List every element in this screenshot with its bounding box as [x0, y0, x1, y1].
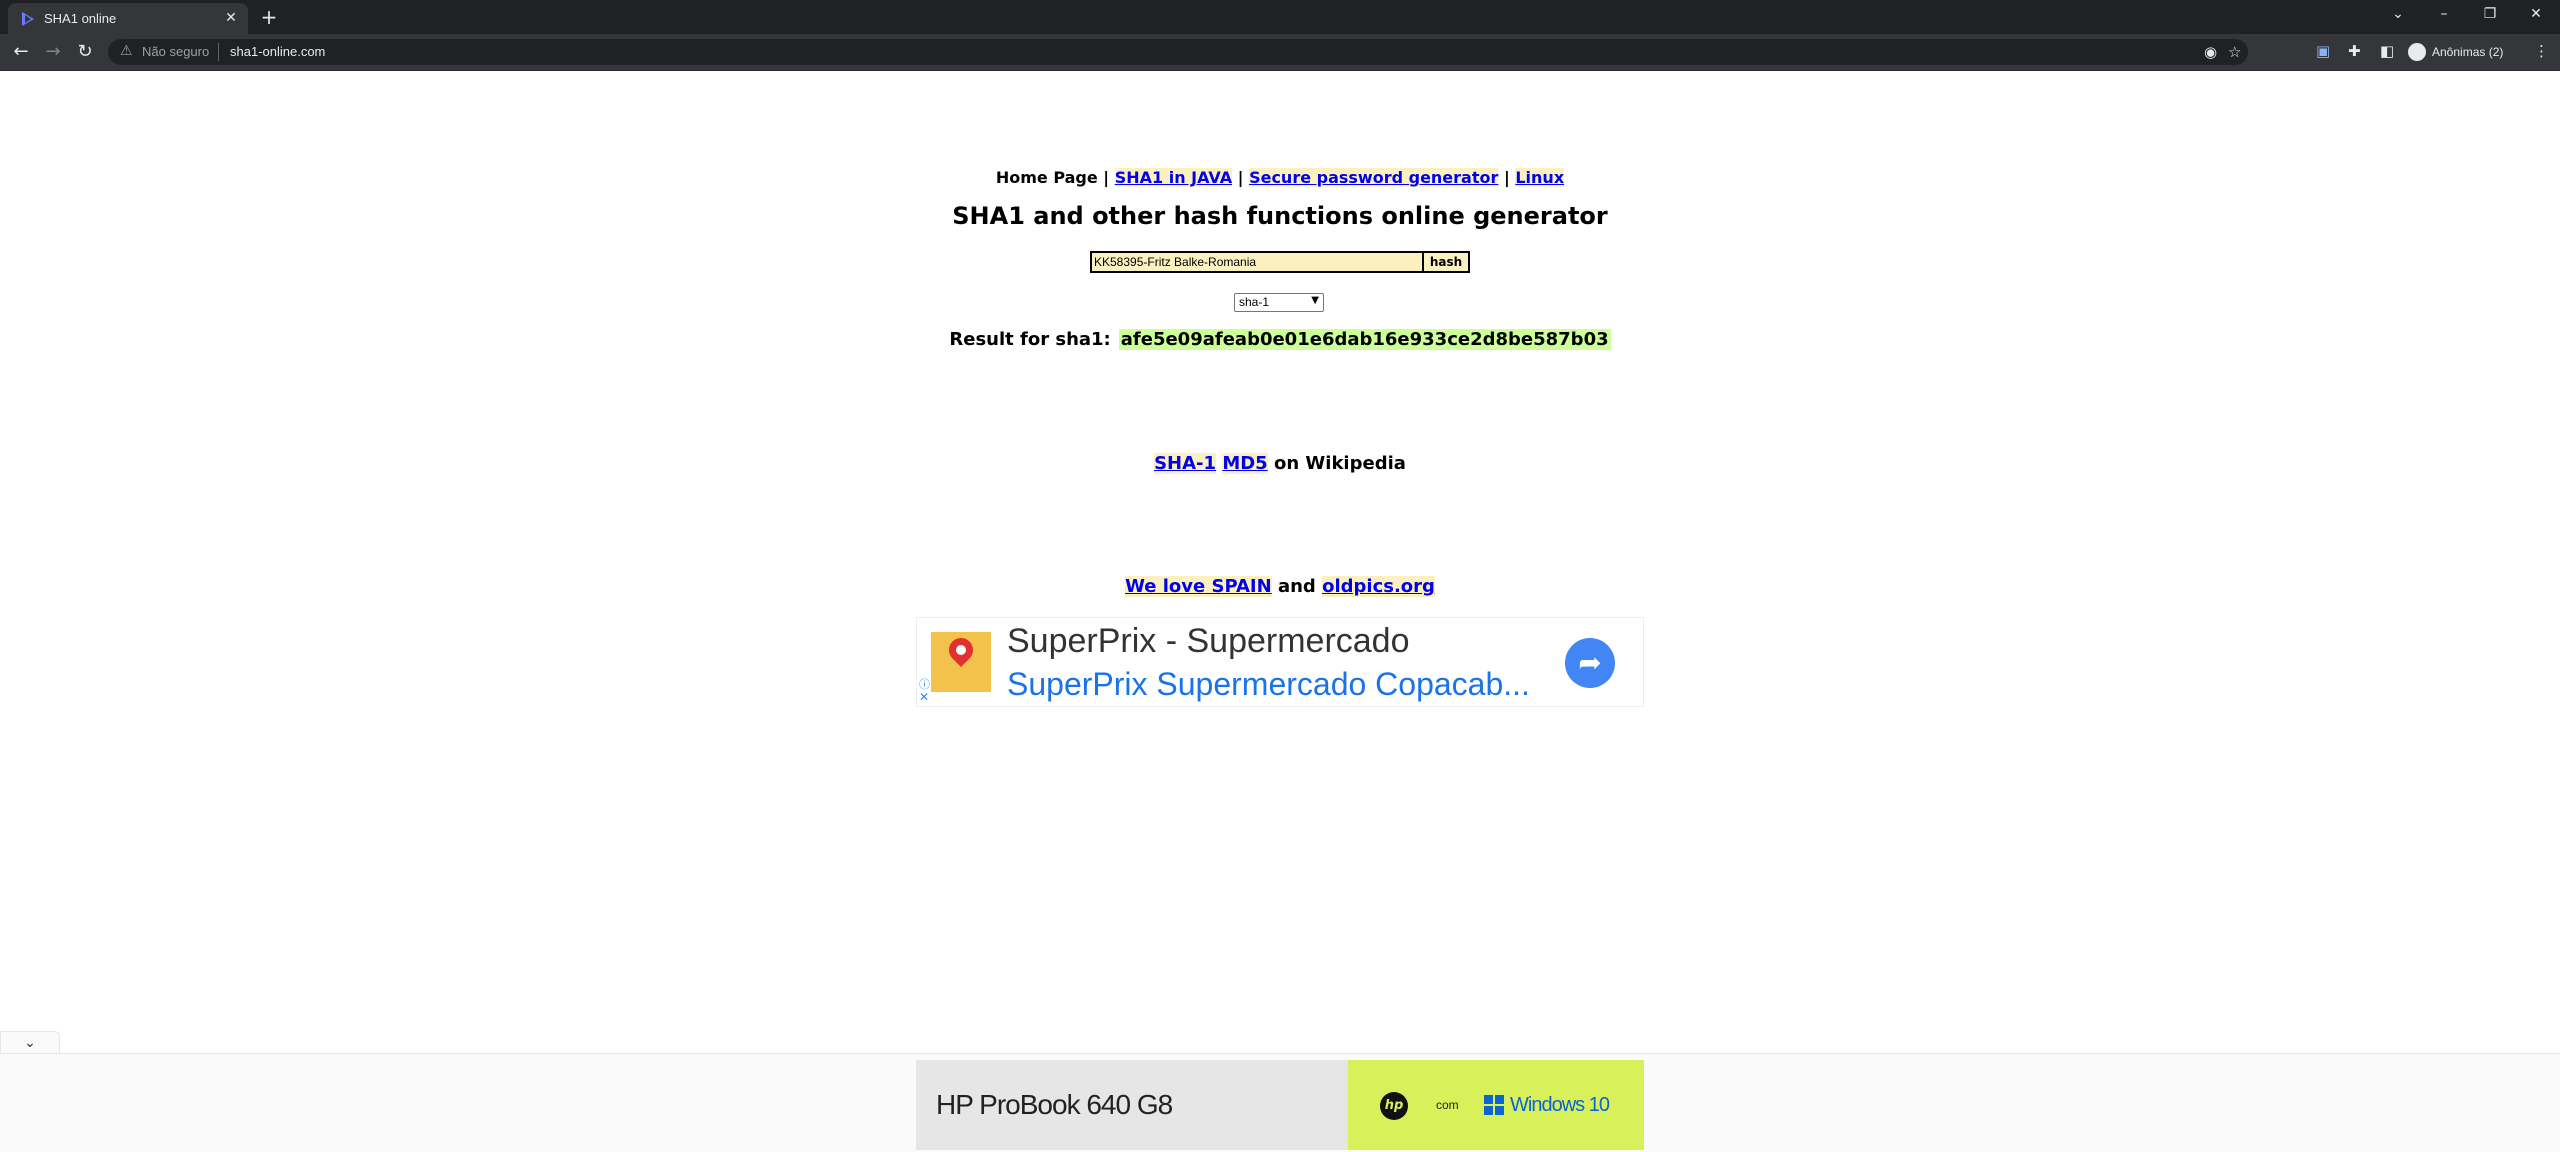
extension-icon[interactable]: ▣ — [2316, 42, 2330, 60]
security-label[interactable]: Não seguro — [142, 44, 209, 59]
bottom-banner-ad[interactable]: HP ProBook 640 G8 hp com Windows 10 — [916, 1060, 1644, 1150]
windows-logo-icon — [1484, 1095, 1504, 1115]
promo-links: We love SPAIN and oldpics.org — [0, 576, 2560, 597]
directions-arrow-icon[interactable]: ➦ — [1565, 638, 1615, 688]
address-bar[interactable]: ⚠ Não seguro sha1-online.com ◉ ☆ — [108, 39, 2248, 65]
wiki-suffix: on Wikipedia — [1267, 453, 1406, 474]
tab-title: SHA1 online — [44, 11, 117, 26]
map-pin-dot — [956, 645, 966, 655]
browser-toolbar: ← → ↻ ⚠ Não seguro sha1-online.com ◉ ☆ ▣… — [0, 34, 2560, 71]
home-page-label: Home Page — [995, 168, 1098, 187]
nav-separator: | — [1232, 168, 1250, 187]
nav-link-password-generator[interactable]: Secure password generator — [1249, 168, 1499, 187]
text-to-hash-input[interactable] — [1090, 251, 1432, 273]
nav-link-sha1-java[interactable]: SHA1 in JAVA — [1114, 168, 1233, 187]
warning-icon[interactable]: ⚠ — [120, 43, 133, 59]
ad-headline[interactable]: SuperPrix - Supermercado — [1007, 622, 1410, 661]
algorithm-select[interactable]: sha-1 ▼ — [1234, 293, 1324, 312]
algorithm-select-value: sha-1 — [1239, 295, 1270, 309]
tracking-blocked-icon[interactable]: ◉ — [2204, 43, 2217, 61]
address-divider — [218, 43, 219, 61]
profile-label: Anônimas (2) — [2432, 45, 2504, 59]
extensions-puzzle-icon[interactable]: ✚ — [2348, 42, 2361, 60]
nav-link-linux[interactable]: Linux — [1515, 168, 1565, 187]
banner-left-panel[interactable]: HP ProBook 640 G8 — [916, 1060, 1348, 1150]
bookmark-star-icon[interactable]: ☆ — [2228, 43, 2241, 61]
side-panel-icon[interactable]: ◧ — [2380, 42, 2394, 60]
tab-strip: SHA1 online ✕ + ⌄ – ❐ ✕ — [0, 0, 2560, 34]
incognito-avatar-icon — [2408, 43, 2426, 61]
collapse-ad-button[interactable]: ⌄ — [0, 1031, 60, 1054]
close-window-icon[interactable]: ✕ — [2524, 6, 2548, 22]
result-label: Result for sha1: — [949, 329, 1111, 350]
banner-windows-text: Windows 10 — [1510, 1094, 1610, 1116]
hash-button[interactable]: hash — [1422, 251, 1470, 273]
chevron-down-icon: ▼ — [1311, 295, 1319, 306]
wiki-link-md5[interactable]: MD5 — [1222, 453, 1268, 474]
favicon-icon — [22, 12, 34, 26]
new-tab-button[interactable]: + — [258, 6, 280, 28]
tab-search-icon[interactable]: ⌄ — [2386, 6, 2410, 22]
web-page: Home Page | SHA1 in JAVA | Secure passwo… — [0, 71, 2560, 1152]
wiki-link-sha1[interactable]: SHA-1 — [1154, 453, 1217, 474]
banner-right-panel[interactable]: hp com Windows 10 — [1348, 1060, 1644, 1150]
ad-thumbnail[interactable] — [931, 632, 991, 692]
top-navigation: Home Page | SHA1 in JAVA | Secure passwo… — [0, 168, 2560, 187]
result-line: Result for sha1: afe5e09afeab0e01e6dab16e… — [0, 329, 2560, 350]
nav-separator: | — [1097, 168, 1115, 187]
back-icon[interactable]: ← — [10, 41, 32, 63]
reload-icon[interactable]: ↻ — [74, 41, 96, 63]
chevron-down-icon: ⌄ — [24, 1035, 36, 1051]
ad-close-icon[interactable]: ✕ — [919, 690, 929, 704]
link-oldpics[interactable]: oldpics.org — [1322, 576, 1435, 597]
url-text[interactable]: sha1-online.com — [230, 44, 325, 59]
bottom-ad-bar: HP ProBook 640 G8 hp com Windows 10 — [0, 1053, 2560, 1152]
menu-kebab-icon[interactable]: ⋮ — [2534, 42, 2549, 60]
nav-separator: | — [1498, 168, 1516, 187]
result-hash: afe5e09afeab0e01e6dab16e933ce2d8be587b03 — [1118, 329, 1611, 350]
banner-com-text: com — [1436, 1098, 1459, 1112]
hp-logo-icon: hp — [1380, 1092, 1408, 1120]
tab-close-icon[interactable]: ✕ — [222, 9, 240, 27]
forward-icon[interactable]: → — [42, 41, 64, 63]
link-we-love-spain[interactable]: We love SPAIN — [1125, 576, 1272, 597]
wikipedia-links: SHA-1 MD5 on Wikipedia — [0, 453, 2560, 474]
tab-sha1-online[interactable]: SHA1 online ✕ — [8, 3, 248, 34]
banner-product-name[interactable]: HP ProBook 640 G8 — [936, 1089, 1173, 1121]
ad-subline[interactable]: SuperPrix Supermercado Copacab... — [1007, 666, 1530, 703]
ad-banner[interactable]: SuperPrix - Supermercado SuperPrix Super… — [916, 617, 1644, 707]
promo-and: and — [1271, 576, 1323, 597]
restore-icon[interactable]: ❐ — [2478, 6, 2502, 22]
minimize-icon[interactable]: – — [2432, 6, 2456, 22]
page-title: SHA1 and other hash functions online gen… — [952, 202, 1608, 230]
